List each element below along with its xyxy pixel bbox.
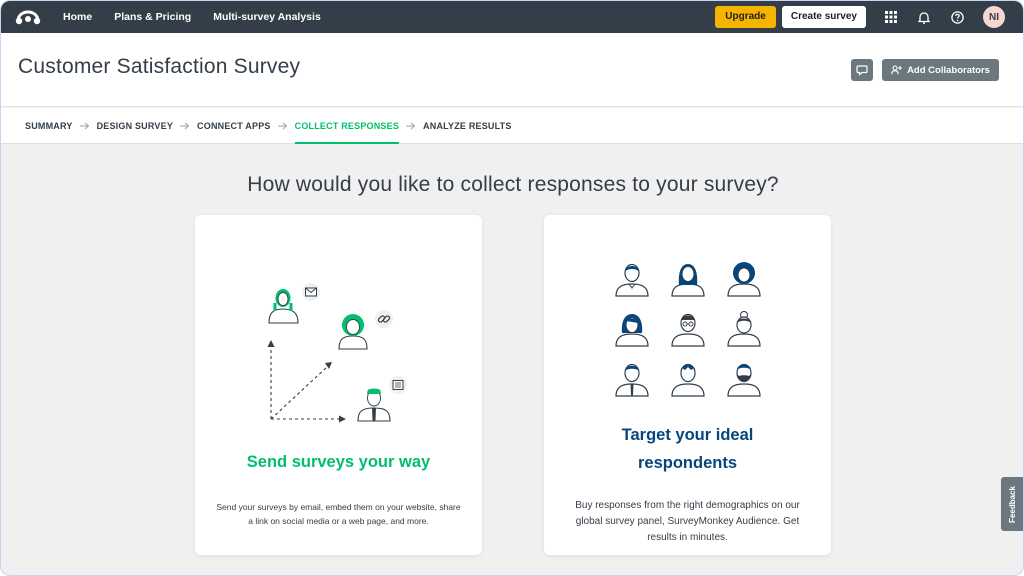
add-collaborators-button[interactable]: Add Collaborators	[882, 59, 999, 81]
audience-illustration	[614, 261, 762, 397]
step-collect-responses[interactable]: COLLECT RESPONSES	[294, 108, 400, 144]
app-window: Home Plans & Pricing Multi-survey Analys…	[0, 0, 1024, 576]
target-respondents-description: Buy responses from the right demographic…	[575, 500, 800, 543]
top-nav-actions: Upgrade Create survey NI	[715, 5, 1005, 29]
survey-steps-nav: SUMMARY DESIGN SURVEY CONNECT APPS COLLE…	[1, 108, 1023, 144]
person-icon	[615, 314, 649, 347]
survey-header: Customer Satisfaction Survey Add Collabo…	[1, 33, 1023, 107]
arrow-right-icon	[180, 122, 190, 130]
upgrade-button[interactable]: Upgrade	[715, 6, 776, 28]
step-summary[interactable]: SUMMARY	[25, 108, 73, 144]
step-connect-apps[interactable]: CONNECT APPS	[197, 108, 271, 144]
person-icon	[671, 313, 705, 347]
person-icon	[727, 262, 761, 297]
person-icon	[615, 263, 649, 297]
comment-icon	[856, 65, 868, 76]
arrow-right-icon	[406, 122, 416, 130]
send-surveys-card[interactable]: Send surveys your way Send your surveys …	[195, 215, 482, 555]
feedback-tab[interactable]: Feedback	[1001, 477, 1023, 531]
person-icon	[671, 363, 705, 397]
add-user-icon	[891, 65, 903, 75]
person-email	[268, 283, 320, 324]
arrow-right-icon	[277, 122, 288, 130]
add-collaborators-label: Add Collaborators	[907, 64, 990, 76]
person-icon	[727, 363, 761, 397]
person-web	[357, 376, 407, 422]
create-survey-button[interactable]: Create survey	[781, 6, 866, 28]
arrow-right-icon	[79, 122, 90, 130]
person-link	[338, 310, 393, 350]
target-respondents-card[interactable]: Target your ideal respondents Buy respon…	[544, 215, 831, 555]
step-analyze-results[interactable]: ANALYZE RESULTS	[423, 108, 512, 144]
apps-grid-icon[interactable]	[884, 10, 898, 24]
step-design-survey[interactable]: DESIGN SURVEY	[97, 108, 173, 144]
feedback-label: Feedback	[1007, 485, 1017, 523]
user-avatar[interactable]: NI	[983, 6, 1005, 28]
person-icon	[615, 363, 649, 397]
surveymonkey-logo[interactable]	[15, 7, 45, 27]
target-respondents-title: Target your ideal respondents	[621, 426, 754, 472]
help-icon[interactable]	[950, 10, 964, 24]
nav-multi-survey-link[interactable]: Multi-survey Analysis	[213, 11, 321, 23]
send-surveys-title: Send surveys your way	[246, 453, 431, 471]
collect-heading: How would you like to collect responses …	[247, 173, 779, 196]
nav-home-link[interactable]: Home	[63, 11, 92, 23]
survey-title[interactable]: Customer Satisfaction Survey	[18, 55, 300, 79]
comment-button[interactable]	[851, 59, 873, 81]
nav-plans-link[interactable]: Plans & Pricing	[114, 11, 191, 23]
send-surveys-illustration	[267, 283, 407, 423]
person-icon	[671, 264, 705, 297]
person-icon	[727, 311, 761, 347]
bell-icon[interactable]	[917, 10, 931, 24]
top-nav-bar: Home Plans & Pricing Multi-survey Analys…	[1, 1, 1023, 33]
send-surveys-description: Send your surveys by email, embed them o…	[216, 502, 461, 526]
